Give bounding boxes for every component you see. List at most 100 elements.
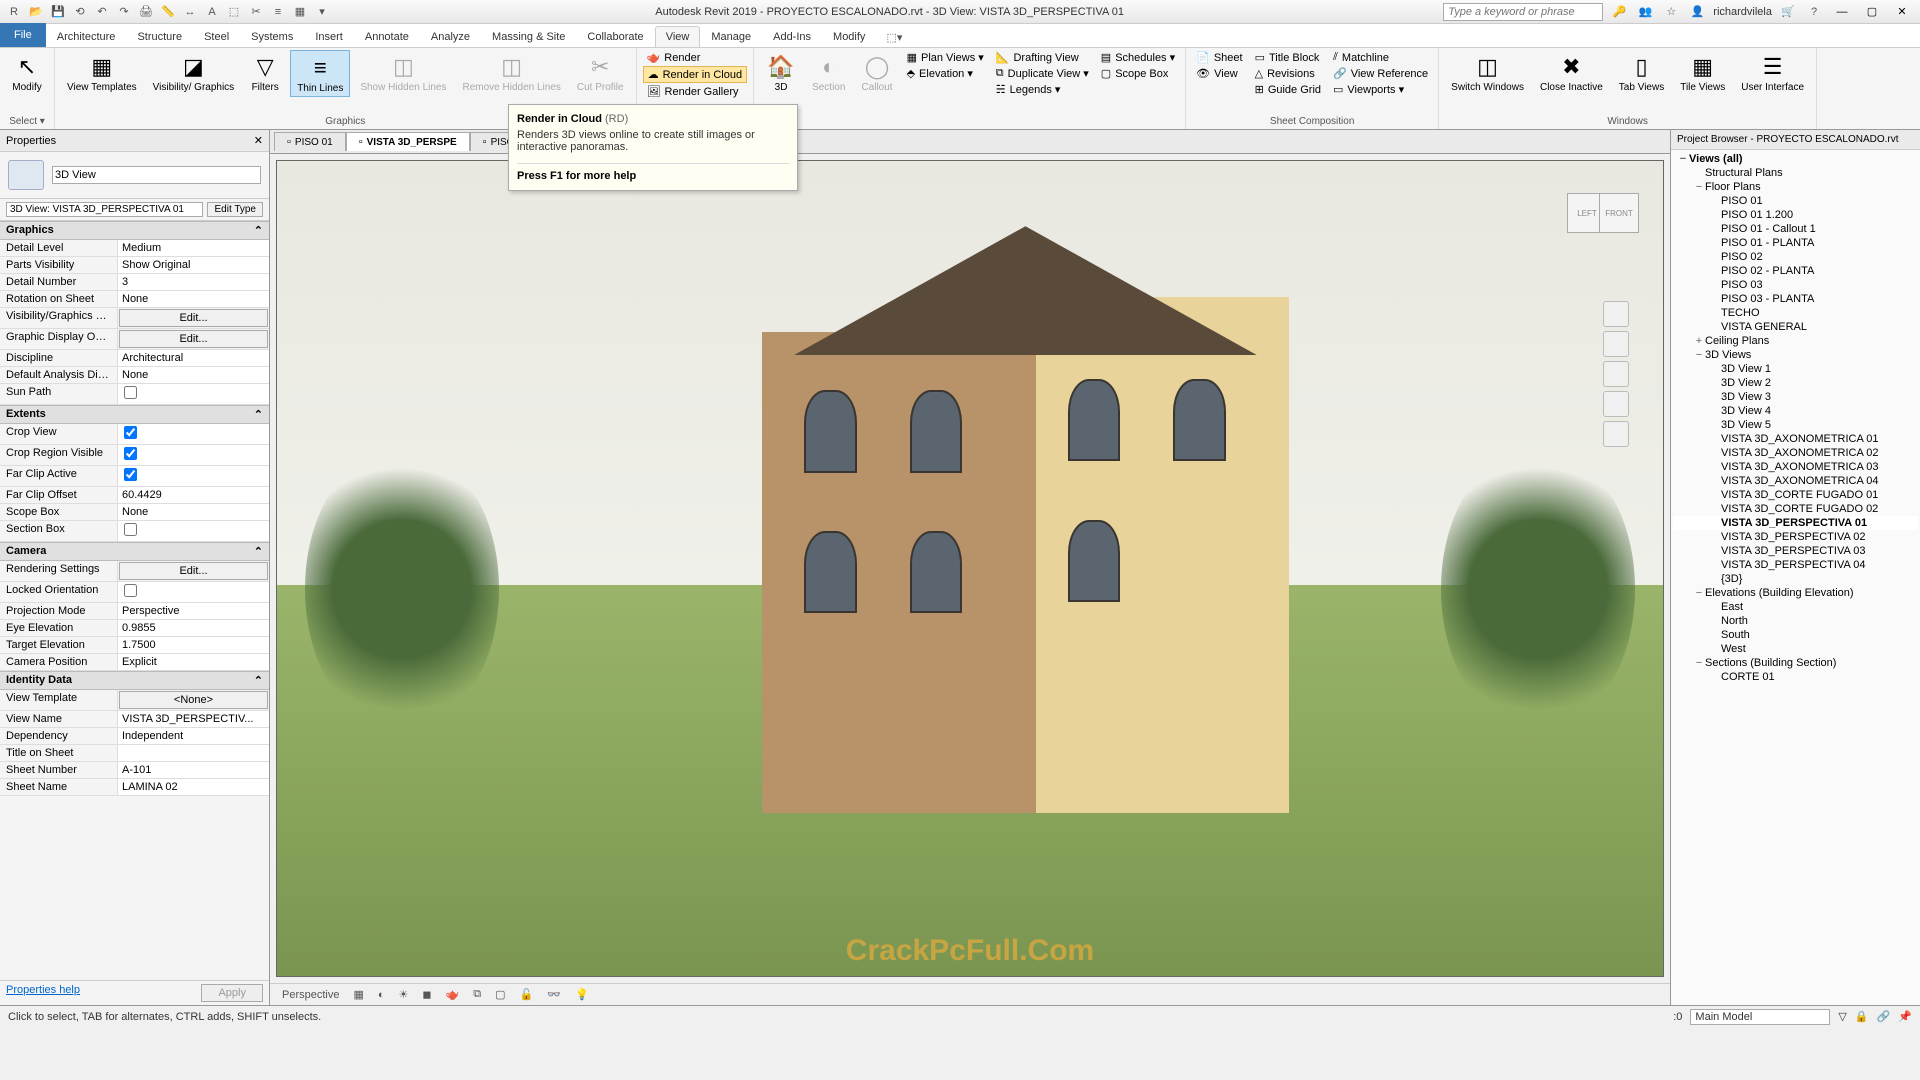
tree-node[interactable]: −3D Views <box>1673 348 1918 362</box>
remove-hidden-button[interactable]: ◫Remove Hidden Lines <box>457 50 567 95</box>
unlock-icon[interactable]: 🔓 <box>516 988 538 1001</box>
property-value[interactable]: <None> <box>119 691 268 709</box>
elevation-button[interactable]: ⬘Elevation ▾ <box>903 66 988 81</box>
tab-structure[interactable]: Structure <box>126 26 193 47</box>
tab-view[interactable]: View <box>655 26 701 47</box>
viewcube-front[interactable]: FRONT <box>1599 193 1639 233</box>
matchline-button[interactable]: ⫽Matchline <box>1329 50 1432 65</box>
property-checkbox[interactable] <box>124 584 137 597</box>
tree-node[interactable]: North <box>1673 614 1918 628</box>
edit-type-button[interactable]: Edit Type <box>207 202 263 217</box>
thin-lines-icon[interactable]: ≡ <box>268 2 288 22</box>
signin-icon[interactable]: 👤 <box>1687 2 1707 22</box>
section-icon[interactable]: ✂ <box>246 2 266 22</box>
tree-expander[interactable]: + <box>1693 335 1705 347</box>
tree-node[interactable]: Structural Plans <box>1673 166 1918 180</box>
select-links-icon[interactable]: 🔗 <box>1877 1010 1891 1023</box>
viewcube[interactable]: LEFT FRONT <box>1563 181 1643 241</box>
plan-views-button[interactable]: ▦Plan Views ▾ <box>903 50 988 65</box>
workset-selector[interactable]: Main Model <box>1690 1009 1830 1025</box>
tree-node[interactable]: −Sections (Building Section) <box>1673 656 1918 670</box>
property-value[interactable]: 3 <box>118 274 269 290</box>
tree-node[interactable]: {3D} <box>1673 572 1918 586</box>
render-gallery-button[interactable]: 🖼Render Gallery <box>643 84 748 99</box>
filters-button[interactable]: ▽Filters <box>244 50 286 95</box>
property-checkbox[interactable] <box>124 426 137 439</box>
tab-architecture[interactable]: Architecture <box>46 26 127 47</box>
property-category[interactable]: Camera⌃ <box>0 542 269 561</box>
tree-expander[interactable]: − <box>1693 587 1705 599</box>
property-value[interactable]: Edit... <box>119 330 268 348</box>
reveal-icon[interactable]: 💡 <box>571 988 593 1001</box>
tree-node[interactable]: VISTA 3D_AXONOMETRICA 02 <box>1673 446 1918 460</box>
property-value[interactable]: None <box>118 504 269 520</box>
view-button[interactable]: 👁View <box>1192 66 1246 81</box>
tab-manage[interactable]: Manage <box>700 26 762 47</box>
rendering-icon[interactable]: 🫖 <box>442 988 464 1001</box>
guide-grid-button[interactable]: ⊞Guide Grid <box>1251 82 1325 97</box>
sheet-button[interactable]: 📄Sheet <box>1192 50 1246 65</box>
property-value[interactable]: None <box>118 291 269 307</box>
tree-node[interactable]: −Elevations (Building Elevation) <box>1673 586 1918 600</box>
cut-profile-button[interactable]: ✂Cut Profile <box>571 50 630 95</box>
property-category[interactable]: Identity Data⌃ <box>0 671 269 690</box>
type-selector[interactable]: 3D View <box>0 152 269 199</box>
property-checkbox[interactable] <box>124 386 137 399</box>
tree-node[interactable]: VISTA 3D_PERSPECTIVA 03 <box>1673 544 1918 558</box>
property-value[interactable]: Edit... <box>119 562 268 580</box>
maximize-button[interactable]: ▢ <box>1860 2 1884 22</box>
text-icon[interactable]: A <box>202 2 222 22</box>
property-checkbox[interactable] <box>124 447 137 460</box>
property-value[interactable]: None <box>118 367 269 383</box>
user-name[interactable]: richardvilela <box>1713 6 1772 18</box>
3d-view-button[interactable]: 🏠3D <box>760 50 802 95</box>
render-in-cloud-button[interactable]: ☁Render in Cloud <box>643 66 748 83</box>
3d-icon[interactable]: ⬚ <box>224 2 244 22</box>
property-value[interactable]: Architectural <box>118 350 269 366</box>
thin-lines-button[interactable]: ≡Thin Lines <box>290 50 350 97</box>
help-icon[interactable]: ? <box>1804 2 1824 22</box>
property-value[interactable]: Perspective <box>118 603 269 619</box>
duplicate-view-button[interactable]: ⧉Duplicate View ▾ <box>992 66 1093 81</box>
tab-systems[interactable]: Systems <box>240 26 304 47</box>
tab-add-ins[interactable]: Add-Ins <box>762 26 822 47</box>
tree-node[interactable]: 3D View 2 <box>1673 376 1918 390</box>
switch-icon[interactable]: ▾ <box>312 2 332 22</box>
view-tab[interactable]: ▫VISTA 3D_PERSPE <box>346 132 470 151</box>
minimize-button[interactable]: — <box>1830 2 1854 22</box>
revit-logo-icon[interactable]: R <box>4 2 24 22</box>
file-tab[interactable]: File <box>0 23 46 47</box>
property-checkbox[interactable] <box>124 523 137 536</box>
property-value[interactable]: A-101 <box>118 762 269 778</box>
visibility-graphics-button[interactable]: ◪Visibility/ Graphics <box>147 50 241 95</box>
tree-node[interactable]: VISTA 3D_AXONOMETRICA 04 <box>1673 474 1918 488</box>
tree-node[interactable]: PISO 02 - PLANTA <box>1673 264 1918 278</box>
properties-help-link[interactable]: Properties help <box>6 984 80 1002</box>
nav-wheel-icon[interactable] <box>1603 331 1629 357</box>
type-dropdown[interactable]: 3D View <box>52 166 261 184</box>
tree-expander[interactable]: − <box>1677 153 1689 165</box>
property-value[interactable] <box>118 582 269 602</box>
save-icon[interactable]: 💾 <box>48 2 68 22</box>
tab-annotate[interactable]: Annotate <box>354 26 420 47</box>
user-interface-button[interactable]: ☰User Interface <box>1735 50 1810 95</box>
tree-node[interactable]: VISTA 3D_PERSPECTIVA 04 <box>1673 558 1918 572</box>
favorite-icon[interactable]: ☆ <box>1661 2 1681 22</box>
nav-pan-icon[interactable] <box>1603 361 1629 387</box>
tree-node[interactable]: VISTA 3D_CORTE FUGADO 02 <box>1673 502 1918 516</box>
property-value[interactable] <box>118 521 269 541</box>
property-value[interactable] <box>118 445 269 465</box>
tree-node[interactable]: 3D View 5 <box>1673 418 1918 432</box>
3d-viewport[interactable]: LEFT FRONT CrackPcFull.Com <box>276 160 1664 977</box>
apply-button[interactable]: Apply <box>201 984 263 1002</box>
nav-home-icon[interactable] <box>1603 301 1629 327</box>
tree-node[interactable]: PISO 03 <box>1673 278 1918 292</box>
tree-node[interactable]: −Floor Plans <box>1673 180 1918 194</box>
instance-filter[interactable]: 3D View: VISTA 3D_PERSPECTIVA 01 <box>6 202 203 217</box>
tree-node[interactable]: 3D View 4 <box>1673 404 1918 418</box>
tree-node[interactable]: VISTA 3D_PERSPECTIVA 01 <box>1673 516 1918 530</box>
redo-icon[interactable]: ↷ <box>114 2 134 22</box>
ribbon-expand-icon[interactable]: ⬚▾ <box>884 27 904 47</box>
exchange-icon[interactable]: 🛒 <box>1778 2 1798 22</box>
tree-node[interactable]: VISTA 3D_AXONOMETRICA 03 <box>1673 460 1918 474</box>
